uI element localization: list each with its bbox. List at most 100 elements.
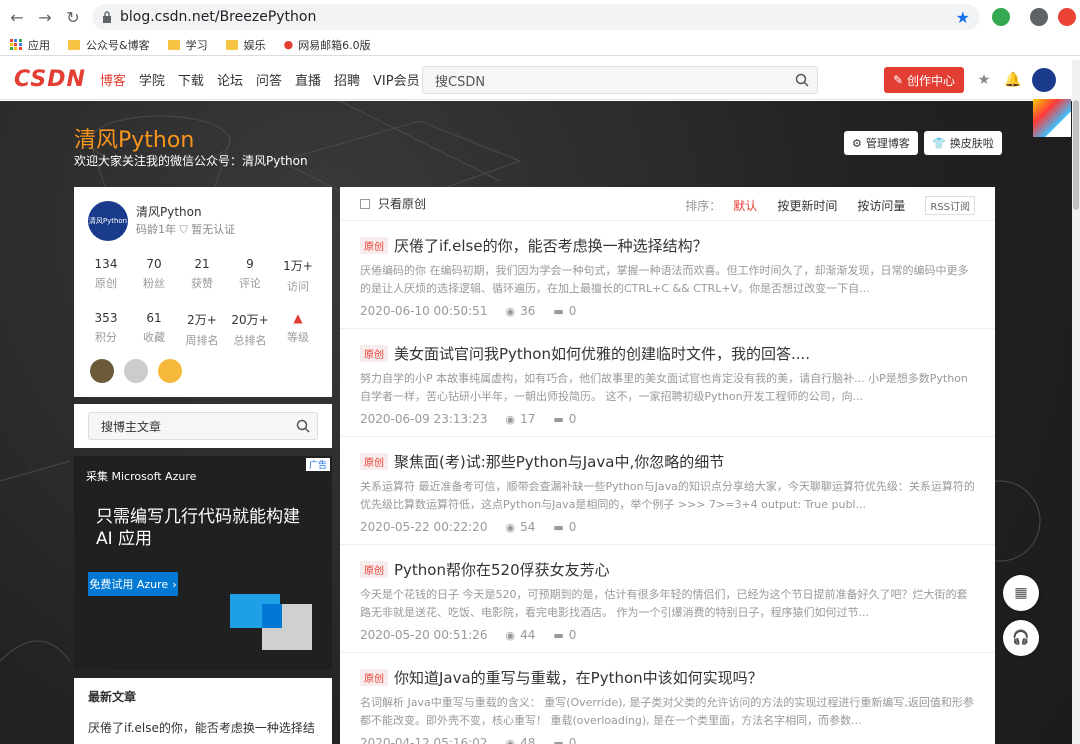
change-skin-label: 换皮肤啦 bbox=[949, 137, 994, 150]
stat-favorites: 61 收藏 bbox=[143, 311, 165, 344]
bookmark-label: 学习 bbox=[185, 38, 208, 52]
latest-article-link[interactable]: 厌倦了if.else的你，能否考虑换一种选择结 bbox=[88, 719, 318, 736]
stat-level[interactable]: ▲ 等级 bbox=[276, 311, 320, 345]
nav-download[interactable]: 下载 bbox=[178, 70, 204, 89]
favorites-star-icon[interactable]: ★ bbox=[976, 72, 992, 88]
nav-jobs[interactable]: 招聘 bbox=[334, 70, 360, 89]
bookmark-folder[interactable]: 公众号&博客 bbox=[68, 37, 150, 53]
avatar-text: 清风Python bbox=[88, 217, 128, 225]
bookmark-apps[interactable]: 应用 bbox=[10, 37, 50, 53]
nav-academy[interactable]: 学院 bbox=[139, 70, 165, 89]
article-date: 2020-05-22 00:22:20 bbox=[360, 520, 488, 534]
level-icon: ▲ bbox=[293, 311, 303, 325]
article-meta: 2020-05-20 00:51:26 ◉ 44 ▬ 0 bbox=[360, 628, 975, 642]
sort-by-update[interactable]: 按更新时间 bbox=[777, 197, 837, 214]
blog-title[interactable]: 清风Python bbox=[74, 122, 194, 154]
original-tag: 原创 bbox=[360, 561, 388, 578]
eye-icon: ◉ bbox=[505, 736, 516, 744]
qrcode-icon[interactable]: ▦ bbox=[1003, 575, 1039, 611]
article-title[interactable]: 聚焦面(考)试:那些Python与Java中,你忽略的细节 bbox=[394, 453, 724, 471]
badge-1024-icon[interactable] bbox=[124, 359, 148, 383]
extension-icon[interactable] bbox=[1058, 8, 1076, 26]
article-item[interactable]: 原创 美女面试官问我Python如何优雅的创建临时文件，我的回答.... 努力自学的… bbox=[340, 329, 995, 437]
profile-card: 清风Python 清风Python 码龄1年 ⛉ 暂无认证 134 原创 70 粉丝… bbox=[74, 187, 332, 397]
article-title[interactable]: Python帮你在520俘获女友芳心 bbox=[394, 561, 610, 579]
profile-name[interactable]: 清风Python bbox=[136, 203, 202, 220]
badge-pencil-icon[interactable] bbox=[158, 359, 182, 383]
bell-icon[interactable]: 🔔 bbox=[1004, 72, 1021, 88]
scrollbar-thumb[interactable] bbox=[1073, 100, 1079, 210]
article-item[interactable]: 原创 厌倦了if.else的你，能否考虑换一种选择结构？ 厌倦编码的你 在编码初期，… bbox=[340, 221, 995, 329]
nav-qa[interactable]: 问答 bbox=[256, 70, 282, 89]
article-item[interactable]: 原创 Python帮你在520俘获女友芳心 今天是个花钱的日子 今天是520，可预期… bbox=[340, 545, 995, 653]
change-skin-button[interactable]: 👕 换皮肤啦 bbox=[924, 131, 1002, 155]
url-text: blog.csdn.net/BreezePython bbox=[120, 9, 317, 25]
csdn-logo[interactable]: CSDN bbox=[14, 67, 86, 92]
skin-corner-icon[interactable] bbox=[1033, 99, 1071, 137]
site-search-input[interactable]: 搜CSDN bbox=[422, 66, 818, 94]
manage-blog-button[interactable]: ⚙ 管理博客 bbox=[844, 131, 918, 155]
search-icon[interactable] bbox=[289, 413, 317, 439]
gear-icon: ⚙ bbox=[852, 136, 862, 150]
search-icon[interactable] bbox=[787, 67, 817, 93]
user-avatar[interactable] bbox=[1032, 68, 1056, 92]
bookmark-folder[interactable]: 娱乐 bbox=[225, 37, 266, 53]
blogger-search-card: 搜博主文章 bbox=[74, 404, 332, 448]
azure-ad[interactable]: 采集 Microsoft Azure 广告 只需编写几行代码就能构建 AI 应用… bbox=[74, 456, 332, 670]
article-title[interactable]: 美女面试官问我Python如何优雅的创建临时文件，我的回答.... bbox=[394, 345, 810, 363]
reload-icon[interactable]: ↻ bbox=[62, 6, 84, 28]
bookmark-star-icon[interactable]: ★ bbox=[956, 8, 970, 27]
bookmark-label: 网易邮箱6.0版 bbox=[298, 38, 371, 52]
bookmark-mail[interactable]: ● 网易邮箱6.0版 bbox=[284, 37, 371, 53]
article-list-header: 只看原创 排序： 默认 按更新时间 按访问量 RSS订阅 bbox=[340, 187, 995, 221]
headset-icon[interactable]: 🎧 bbox=[1003, 620, 1039, 656]
manage-blog-label: 管理博客 bbox=[865, 137, 910, 150]
ad-cta-button[interactable]: 免费试用 Azure › bbox=[88, 572, 178, 596]
article-item[interactable]: 原创 聚焦面(考)试:那些Python与Java中,你忽略的细节 关系运算符 最近准… bbox=[340, 437, 995, 545]
nav-live[interactable]: 直播 bbox=[295, 70, 321, 89]
article-date: 2020-04-12 05:16:02 bbox=[360, 736, 488, 744]
stat-original[interactable]: 134 原创 bbox=[84, 257, 128, 291]
back-icon[interactable]: ← bbox=[6, 6, 28, 28]
article-title[interactable]: 你知道Java的重写与重载，在Python中该如何实现吗？ bbox=[394, 669, 763, 687]
article-date: 2020-06-10 00:50:51 bbox=[360, 304, 488, 318]
article-views: ◉ 17 bbox=[505, 412, 536, 426]
bookmarks-bar: 应用 公众号&博客 学习 娱乐 ● 网易邮箱6.0版 bbox=[0, 34, 1080, 56]
sort-by-views[interactable]: 按访问量 bbox=[857, 197, 905, 214]
shield-icon: ⛉ bbox=[179, 223, 188, 236]
comment-icon: ▬ bbox=[553, 412, 564, 426]
extension-check-icon[interactable] bbox=[992, 8, 1010, 26]
article-summary: 厌倦编码的你 在编码初期，我们因为学会一种句式，掌握一种语法而欢喜。但工作时间久… bbox=[360, 264, 969, 295]
article-views: ◉ 48 bbox=[505, 736, 535, 744]
create-center-label: 创作中心 bbox=[907, 73, 956, 88]
blogger-search-input[interactable]: 搜博主文章 bbox=[88, 412, 318, 440]
nav-vip[interactable]: VIP会员 bbox=[373, 70, 420, 89]
sort-default[interactable]: 默认 bbox=[733, 197, 757, 214]
nav-blog[interactable]: 博客 bbox=[100, 70, 126, 89]
only-original-checkbox[interactable] bbox=[360, 198, 370, 209]
bookmark-folder[interactable]: 学习 bbox=[167, 37, 208, 53]
forward-icon[interactable]: → bbox=[34, 6, 56, 28]
address-bar[interactable]: blog.csdn.net/BreezePython ★ bbox=[92, 4, 980, 30]
article-title[interactable]: 厌倦了if.else的你，能否考虑换一种选择结构？ bbox=[394, 237, 708, 255]
article-views: ◉ 54 bbox=[505, 520, 536, 534]
stat-fans[interactable]: 70 粉丝 bbox=[132, 257, 176, 291]
badge-icon[interactable] bbox=[90, 359, 114, 383]
stat-visits: 1万+ 访问 bbox=[283, 259, 313, 293]
profile-icon[interactable] bbox=[1030, 8, 1048, 26]
eye-icon: ◉ bbox=[505, 412, 516, 426]
bookmark-label: 公众号&博客 bbox=[86, 38, 150, 52]
sort-options: 排序： 默认 按更新时间 按访问量 RSS订阅 bbox=[685, 196, 975, 215]
rss-button[interactable]: RSS订阅 bbox=[925, 196, 975, 215]
only-original-label[interactable]: 只看原创 bbox=[378, 195, 426, 212]
stat-likes: 21 获赞 bbox=[191, 257, 213, 290]
ad-label[interactable]: 广告 bbox=[305, 458, 330, 471]
comment-icon: ▬ bbox=[553, 520, 564, 534]
nav-forum[interactable]: 论坛 bbox=[217, 70, 243, 89]
shirt-icon: 👕 bbox=[932, 136, 946, 150]
profile-avatar[interactable]: 清风Python bbox=[88, 201, 128, 241]
eye-icon: ◉ bbox=[505, 628, 516, 642]
comment-icon: ▬ bbox=[553, 628, 564, 642]
article-item[interactable]: 原创 你知道Java的重写与重载，在Python中该如何实现吗？ 名词解析 Java… bbox=[340, 653, 995, 744]
create-center-button[interactable]: ✎ 创作中心 bbox=[884, 67, 964, 93]
